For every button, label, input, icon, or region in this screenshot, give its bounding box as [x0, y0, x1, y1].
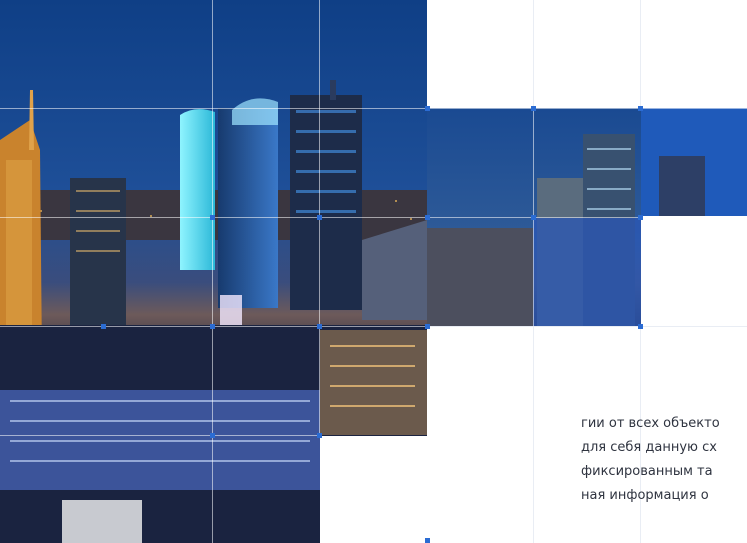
resize-handle[interactable]	[531, 215, 536, 220]
resize-handle[interactable]	[425, 538, 430, 543]
resize-handle[interactable]	[638, 324, 643, 329]
paragraph-snippet: гии от всех объекто для себя данную сх ф…	[581, 412, 747, 508]
tile-divider	[0, 108, 747, 109]
tile-divider	[212, 0, 213, 543]
resize-handle[interactable]	[425, 106, 430, 111]
resize-handle[interactable]	[210, 433, 215, 438]
empty-tile	[320, 436, 427, 543]
paragraph-line: гии от всех объекто	[581, 416, 720, 431]
resize-handle[interactable]	[638, 215, 643, 220]
resize-handle[interactable]	[425, 215, 430, 220]
resize-handle[interactable]	[638, 106, 643, 111]
paragraph-line: фиксированным та	[581, 464, 713, 479]
resize-handle[interactable]	[210, 215, 215, 220]
resize-handle[interactable]	[210, 324, 215, 329]
tile-divider	[0, 435, 320, 436]
resize-handle[interactable]	[317, 433, 322, 438]
paragraph-line: для себя данную сх	[581, 440, 717, 455]
resize-handle[interactable]	[425, 324, 430, 329]
resize-handle[interactable]	[531, 106, 536, 111]
paragraph-line: ная информация о	[581, 488, 709, 503]
resize-handle[interactable]	[317, 215, 322, 220]
resize-handle[interactable]	[101, 324, 106, 329]
resize-handle[interactable]	[317, 324, 322, 329]
canvas: гии от всех объекто для себя данную сх ф…	[0, 0, 747, 543]
